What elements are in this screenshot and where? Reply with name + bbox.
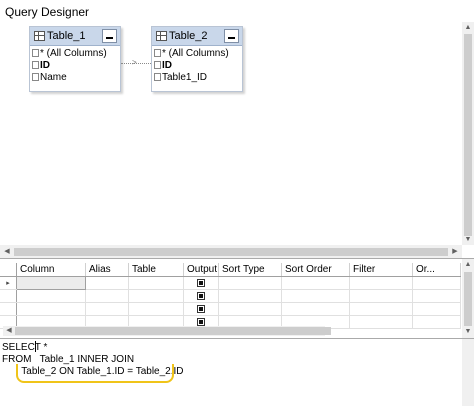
- table-name: Table_2: [169, 30, 208, 42]
- highlight-annotation: [16, 364, 174, 383]
- header-sort-order[interactable]: Sort Order: [281, 263, 350, 277]
- alias-cell[interactable]: [85, 302, 129, 316]
- diagram-pane[interactable]: Table_1 * (All Columns) ID Name > Table_…: [0, 22, 474, 258]
- join-diamond-icon[interactable]: >: [132, 58, 138, 68]
- table-cell[interactable]: [128, 276, 184, 290]
- header-filter[interactable]: Filter: [349, 263, 413, 277]
- column-all[interactable]: * (All Columns): [32, 48, 107, 60]
- column-cell[interactable]: [16, 276, 86, 290]
- or-cell[interactable]: [412, 276, 461, 290]
- column-cell[interactable]: [16, 302, 86, 316]
- scroll-thumb[interactable]: [15, 327, 331, 335]
- output-cell[interactable]: [183, 302, 219, 316]
- checkbox[interactable]: [32, 49, 39, 58]
- sort-type-cell[interactable]: [218, 276, 282, 290]
- column-table1-id[interactable]: Table1_ID: [154, 72, 207, 84]
- column-all[interactable]: * (All Columns): [154, 48, 229, 60]
- sort-order-cell[interactable]: [281, 276, 350, 290]
- table-cell[interactable]: [128, 302, 184, 316]
- scroll-thumb[interactable]: [464, 272, 472, 326]
- diagram-vertical-scrollbar[interactable]: ▲ ▼: [462, 22, 474, 245]
- header-column[interactable]: Column: [16, 263, 86, 277]
- grid-header-row: Column Alias Table Output Sort Type Sort…: [0, 263, 461, 277]
- window-title: Query Designer: [5, 5, 90, 19]
- output-checkbox[interactable]: [197, 292, 205, 301]
- grid-vertical-scrollbar[interactable]: ▲ ▼: [462, 259, 474, 339]
- header-table[interactable]: Table: [128, 263, 184, 277]
- sql-vertical-scrollbar[interactable]: [462, 339, 474, 406]
- or-cell[interactable]: [412, 289, 461, 303]
- table-card-header[interactable]: Table_1: [30, 27, 120, 46]
- minimize-icon[interactable]: [224, 29, 239, 43]
- sort-type-cell[interactable]: [218, 289, 282, 303]
- row-marker-icon: ▸: [0, 276, 17, 290]
- column-name[interactable]: Name: [32, 72, 67, 84]
- grid-horizontal-scrollbar[interactable]: ◀: [3, 326, 331, 336]
- checkbox[interactable]: [32, 73, 39, 82]
- checkbox[interactable]: [154, 49, 161, 58]
- scroll-left-icon[interactable]: ◀: [4, 327, 14, 335]
- table-row[interactable]: [0, 302, 461, 316]
- column-id[interactable]: ID: [154, 60, 172, 72]
- or-cell[interactable]: [412, 315, 461, 329]
- scroll-left-icon[interactable]: ◀: [2, 248, 12, 256]
- scroll-thumb[interactable]: [464, 34, 472, 236]
- alias-cell[interactable]: [85, 276, 129, 290]
- header-alias[interactable]: Alias: [85, 263, 129, 277]
- scroll-right-icon[interactable]: ▶: [450, 248, 460, 256]
- row-header: [0, 289, 17, 303]
- checkbox[interactable]: [154, 73, 161, 82]
- scroll-up-icon[interactable]: ▲: [463, 261, 473, 269]
- sort-type-cell[interactable]: [218, 302, 282, 316]
- scroll-down-icon[interactable]: ▼: [463, 236, 473, 244]
- sort-order-cell[interactable]: [281, 302, 350, 316]
- output-cell[interactable]: [183, 276, 219, 290]
- table-row[interactable]: [0, 289, 461, 303]
- filter-cell[interactable]: [349, 289, 413, 303]
- filter-cell[interactable]: [349, 276, 413, 290]
- filter-cell[interactable]: [349, 302, 413, 316]
- table-name: Table_1: [47, 30, 86, 42]
- checkbox[interactable]: [154, 61, 161, 70]
- header-or[interactable]: Or...: [412, 263, 461, 277]
- output-checkbox[interactable]: [197, 305, 205, 314]
- text-caret: [35, 341, 36, 352]
- window-titlebar: Query Designer: [0, 0, 474, 22]
- filter-cell[interactable]: [349, 315, 413, 329]
- minimize-icon[interactable]: [102, 29, 117, 43]
- column-id[interactable]: ID: [32, 60, 50, 72]
- scroll-thumb[interactable]: [14, 248, 448, 256]
- sql-line[interactable]: SELECT *: [2, 342, 47, 353]
- diagram-horizontal-scrollbar[interactable]: ◀ ▶: [0, 245, 462, 258]
- scroll-up-icon[interactable]: ▲: [463, 24, 473, 32]
- header-output[interactable]: Output: [183, 263, 219, 277]
- table-icon: [156, 31, 167, 41]
- header-sort-type[interactable]: Sort Type: [218, 263, 282, 277]
- output-checkbox[interactable]: [197, 279, 205, 288]
- output-cell[interactable]: [183, 289, 219, 303]
- column-cell[interactable]: [16, 289, 86, 303]
- table-cell[interactable]: [128, 289, 184, 303]
- row-header-corner: [0, 263, 17, 277]
- table-card-table-2[interactable]: Table_2 * (All Columns) ID Table1_ID: [151, 26, 243, 92]
- scroll-down-icon[interactable]: ▼: [463, 328, 473, 336]
- or-cell[interactable]: [412, 302, 461, 316]
- sort-order-cell[interactable]: [281, 289, 350, 303]
- table-row[interactable]: ▸: [0, 276, 461, 290]
- output-checkbox[interactable]: [197, 318, 205, 327]
- table-card-table-1[interactable]: Table_1 * (All Columns) ID Name: [29, 26, 121, 92]
- alias-cell[interactable]: [85, 289, 129, 303]
- checkbox[interactable]: [32, 61, 39, 70]
- row-header: [0, 302, 17, 316]
- table-card-header[interactable]: Table_2: [152, 27, 242, 46]
- criteria-grid[interactable]: Column Alias Table Output Sort Type Sort…: [0, 263, 461, 329]
- table-icon: [34, 31, 45, 41]
